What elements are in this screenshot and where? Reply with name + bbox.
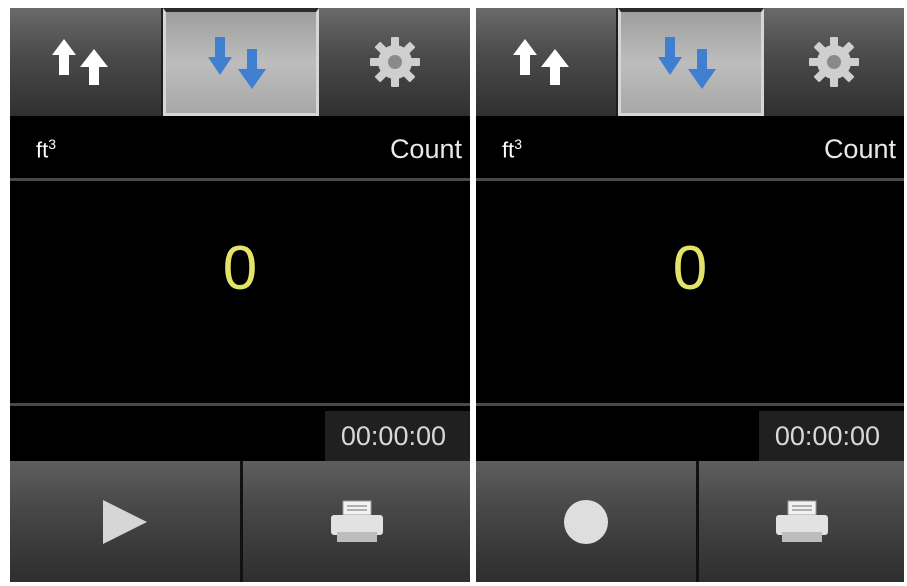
tab-settings[interactable] — [319, 8, 470, 116]
tab-settings[interactable] — [764, 8, 904, 116]
sort-descending-icon — [658, 36, 716, 89]
sort-descending-icon — [208, 36, 266, 89]
divider — [10, 403, 470, 406]
divider — [10, 178, 470, 181]
divider — [476, 403, 904, 406]
play-icon — [103, 499, 147, 544]
tab-sort-descending[interactable] — [618, 8, 764, 116]
print-button[interactable] — [240, 461, 470, 582]
elapsed-timer: 00:00:00 — [324, 411, 470, 461]
print-button[interactable] — [696, 461, 904, 582]
header-row: ft3 Count — [476, 124, 904, 178]
count-value: 0 — [222, 234, 258, 303]
record-icon — [564, 499, 608, 544]
tab-sort-descending[interactable] — [162, 8, 320, 116]
gear-icon — [369, 37, 420, 87]
printer-icon — [775, 500, 828, 542]
gear-icon — [809, 37, 859, 87]
sort-ascending-icon — [513, 39, 569, 85]
count-value: 0 — [672, 234, 708, 303]
unit-label: ft3 — [36, 136, 57, 163]
elapsed-timer: 00:00:00 — [758, 411, 904, 461]
record-button[interactable] — [476, 461, 696, 582]
tab-bar — [476, 8, 904, 116]
unit-label: ft3 — [502, 136, 523, 163]
play-button[interactable] — [10, 461, 240, 582]
sort-ascending-icon — [52, 39, 109, 85]
tab-sort-ascending[interactable] — [10, 8, 163, 116]
tab-sort-ascending[interactable] — [476, 8, 618, 116]
tab-bar — [10, 8, 470, 116]
device-panel-left: ft3 Count 0 00:00:00 — [10, 8, 470, 582]
device-panel-right: ft3 Count 0 00:00:00 — [476, 8, 904, 582]
count-label: Count — [389, 134, 462, 164]
count-label: Count — [823, 134, 896, 164]
button-bar — [10, 461, 470, 582]
printer-icon — [330, 500, 383, 542]
divider — [476, 178, 904, 181]
button-bar — [476, 461, 904, 582]
header-row: ft3 Count — [10, 124, 470, 178]
